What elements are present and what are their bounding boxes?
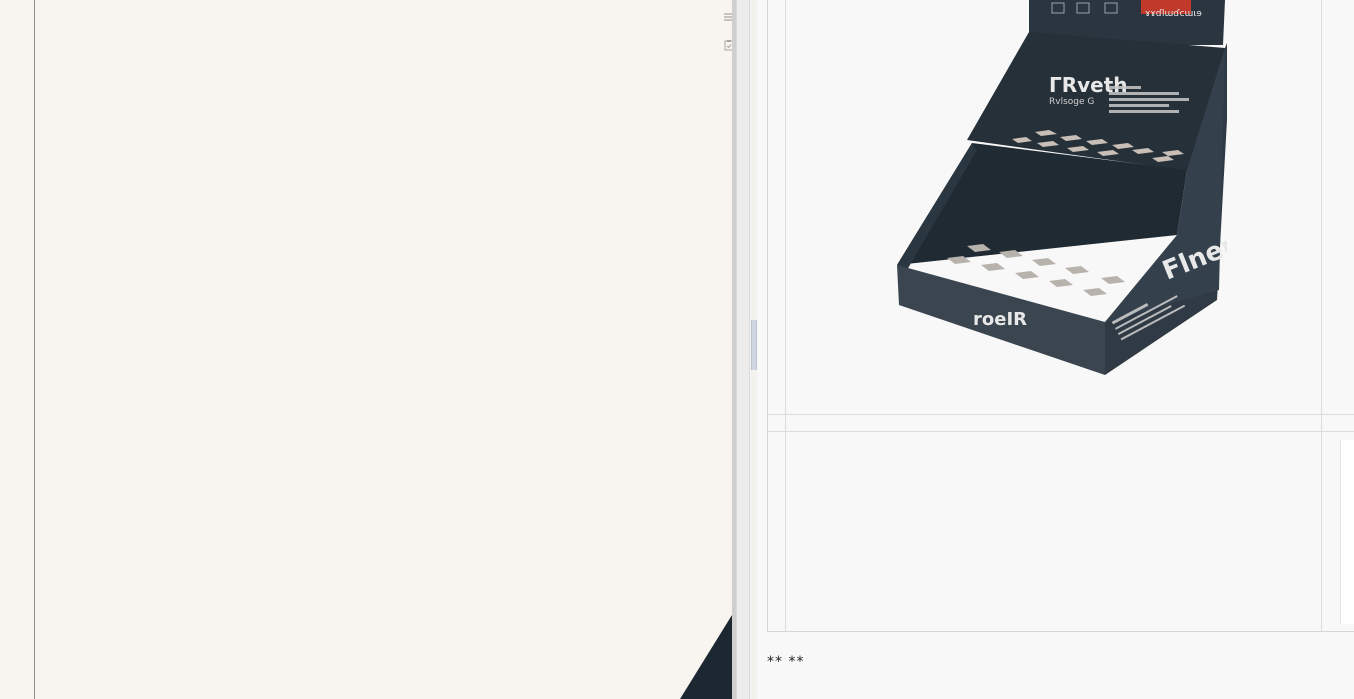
back-subtitle: Rvlsoge G bbox=[1049, 97, 1094, 107]
thumbnail-card[interactable] bbox=[1340, 440, 1354, 624]
front-label: roeIR bbox=[973, 309, 1027, 330]
header-label: ɤɤɗlɯɗcɯɩɘ bbox=[1145, 9, 1202, 19]
left-pane-border bbox=[34, 0, 35, 699]
table-column-divider bbox=[785, 0, 786, 632]
footer-text: ** ** bbox=[767, 654, 805, 670]
right-pane: ɤɤɗlɯɗcɯɩɘ ГRveth Rvlsoge G roeIR Flner … bbox=[757, 0, 1354, 699]
left-pane bbox=[0, 0, 736, 699]
table-row-divider bbox=[768, 431, 1354, 432]
content-table: ɤɤɗlɯɗcɯɩɘ ГRveth Rvlsoge G roeIR Flner bbox=[767, 0, 1354, 632]
table-row-divider bbox=[768, 414, 1354, 415]
product-image: ɤɤɗlɯɗcɯɩɘ ГRveth Rvlsoge G roeIR Flner bbox=[897, 0, 1227, 375]
document-edge-graphic bbox=[680, 610, 736, 699]
table-column-divider bbox=[1321, 0, 1322, 632]
split-divider[interactable] bbox=[736, 0, 750, 699]
